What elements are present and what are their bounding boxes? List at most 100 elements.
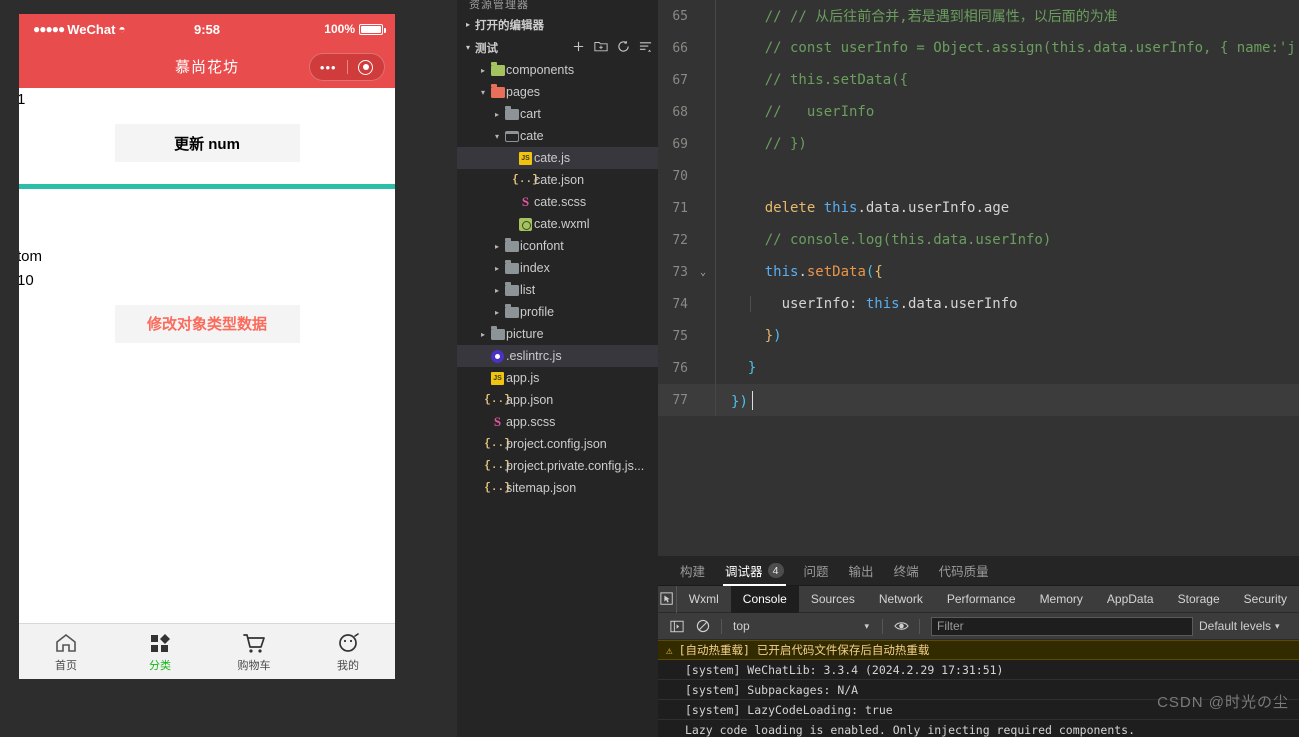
inspector-tab-performance[interactable]: Performance <box>935 586 1028 613</box>
chevron-right-icon[interactable]: ▸ <box>491 286 503 295</box>
tree-item-cate-wxml[interactable]: cate.wxml <box>457 213 658 235</box>
tabbar-label-cart: 购物车 <box>237 660 271 672</box>
inspector-tab-wxml[interactable]: Wxml <box>677 586 731 613</box>
open-editors-label: 打开的编辑器 <box>475 19 544 32</box>
devtools-tab[interactable]: 调试器 4 <box>715 556 794 586</box>
tree-item-label: cate.json <box>534 173 585 187</box>
code-token: // userInfo <box>731 104 875 120</box>
code-text: }) <box>731 328 1299 344</box>
chevron-right-icon[interactable]: ▸ <box>491 110 503 119</box>
tabbar-item-home[interactable]: 首页 <box>19 630 113 673</box>
code-text: userInfo: this.data.userInfo <box>731 296 1299 312</box>
element-picker-icon[interactable] <box>658 585 677 613</box>
tree-item-sitemap-json[interactable]: {..} sitemap.json <box>457 477 658 499</box>
console-levels-select[interactable]: Default levels ▾ <box>1199 619 1288 633</box>
inspector-tab-memory[interactable]: Memory <box>1028 586 1095 613</box>
devtools-tab[interactable]: 构建 <box>670 556 715 586</box>
new-folder-icon[interactable] <box>594 40 608 55</box>
chevron-down-icon[interactable]: ▾ <box>461 43 475 52</box>
tree-item-app-json[interactable]: {..} app.json <box>457 389 658 411</box>
inspector-tab-storage[interactable]: Storage <box>1166 586 1232 613</box>
tree-item-picture[interactable]: ▸ picture <box>457 323 658 345</box>
tree-item-profile[interactable]: ▸ profile <box>457 301 658 323</box>
tree-item-cate-json[interactable]: {..} cate.json <box>457 169 658 191</box>
code-line[interactable]: 77}) <box>658 384 1299 416</box>
tree-item-list[interactable]: ▸ list <box>457 279 658 301</box>
inspector-tab-console[interactable]: Console <box>730 585 799 613</box>
devtools-tab[interactable]: 问题 <box>794 556 839 586</box>
update-num-button[interactable]: 更新 num <box>114 124 300 163</box>
code-line[interactable]: 72 // console.log(this.data.userInfo) <box>658 224 1299 256</box>
tree-item-cate-scss[interactable]: Scate.scss <box>457 191 658 213</box>
new-file-icon[interactable] <box>572 40 585 56</box>
code-lines[interactable]: 65 // // 从后往前合并,若是遇到相同属性，以后面的为准 66 // con… <box>658 0 1299 416</box>
chevron-down-icon[interactable]: ▾ <box>477 88 489 97</box>
code-editor[interactable]: 65 // // 从后往前合并,若是遇到相同属性，以后面的为准 66 // con… <box>658 0 1299 556</box>
code-line[interactable]: 67 // this.setData({ <box>658 64 1299 96</box>
modify-object-button[interactable]: 修改对象类型数据 <box>114 304 300 343</box>
tabbar-item-category[interactable]: 分类 <box>113 630 207 673</box>
code-line[interactable]: 76 } <box>658 352 1299 384</box>
inspector-tab-security[interactable]: Security <box>1232 586 1299 613</box>
warning-icon: ⚠ <box>666 643 673 657</box>
tree-item-app-js[interactable]: JS app.js <box>457 367 658 389</box>
tree-item-project-config-json[interactable]: {..} project.config.json <box>457 433 658 455</box>
tree-item--eslintrc-js[interactable]: .eslintrc.js <box>457 345 658 367</box>
chevron-down-icon[interactable]: ▾ <box>864 621 869 632</box>
tree-item-index[interactable]: ▸ index <box>457 257 658 279</box>
inspector-tab-appdata[interactable]: AppData <box>1095 586 1166 613</box>
code-line[interactable]: 68 // userInfo <box>658 96 1299 128</box>
console-eye-icon[interactable] <box>888 620 914 632</box>
console-sidebar-icon[interactable] <box>664 620 690 633</box>
tree-item-cate-js[interactable]: JS cate.js <box>457 147 658 169</box>
console-context-select[interactable]: top ▾ <box>727 619 877 633</box>
inspector-tab-network[interactable]: Network <box>867 586 935 613</box>
devtools-tab[interactable]: 终端 <box>884 556 929 586</box>
tree-item-app-scss[interactable]: Sapp.scss <box>457 411 658 433</box>
tree-item-iconfont[interactable]: ▸ iconfont <box>457 235 658 257</box>
console-filter-input[interactable]: Filter <box>931 616 1193 636</box>
collapse-all-icon[interactable] <box>639 40 652 56</box>
wechat-capsule-button[interactable]: ••• <box>309 53 385 81</box>
tree-item-project-private-config-js-[interactable]: {..} project.private.config.js... <box>457 455 658 477</box>
tabbar-label-home: 首页 <box>55 660 77 672</box>
chevron-right-icon[interactable]: ▸ <box>491 264 503 273</box>
chevron-down-icon[interactable]: ▾ <box>1275 621 1280 632</box>
code-line[interactable]: 73 ⌄ this.setData({ <box>658 256 1299 288</box>
project-root-section[interactable]: ▾ 测试 <box>457 36 658 59</box>
tabbar-item-profile[interactable]: 我的 <box>301 630 395 673</box>
chevron-right-icon[interactable]: ▸ <box>461 20 475 29</box>
tree-item-cart[interactable]: ▸ cart <box>457 103 658 125</box>
open-editors-section[interactable]: ▸ 打开的编辑器 <box>457 13 658 36</box>
inspector-tab-sources[interactable]: Sources <box>799 586 867 613</box>
chevron-down-icon[interactable]: ▾ <box>491 132 503 141</box>
devtools-tabstrip: 构建 调试器 4 问题 输出 终端 代码质量 <box>658 556 1299 586</box>
code-line[interactable]: 65 // // 从后往前合并,若是遇到相同属性，以后面的为准 <box>658 0 1299 32</box>
chevron-right-icon[interactable]: ▸ <box>477 66 489 75</box>
tree-item-cate[interactable]: ▾ cate <box>457 125 658 147</box>
fold-chevron-icon[interactable]: ⌄ <box>694 267 712 278</box>
chevron-right-icon[interactable]: ▸ <box>491 308 503 317</box>
close-target-icon[interactable] <box>348 59 385 75</box>
devtools-tab[interactable]: 代码质量 <box>929 556 999 586</box>
clear-console-icon[interactable] <box>690 619 716 633</box>
chevron-right-icon[interactable]: ▸ <box>477 330 489 339</box>
tabbar-item-cart[interactable]: 购物车 <box>207 630 301 673</box>
code-line[interactable]: 70 <box>658 160 1299 192</box>
tree-item-components[interactable]: ▸ components <box>457 59 658 81</box>
more-menu-icon[interactable]: ••• <box>310 61 347 74</box>
refresh-icon[interactable] <box>617 40 630 56</box>
code-line[interactable]: 71 delete this.data.userInfo.age <box>658 192 1299 224</box>
devtools-tab[interactable]: 输出 <box>839 556 884 586</box>
code-line[interactable]: 75 }) <box>658 320 1299 352</box>
chevron-right-icon[interactable]: ▸ <box>491 242 503 251</box>
code-token: userInfo: <box>731 296 866 312</box>
code-token: . <box>798 264 807 280</box>
code-line[interactable]: 66 // const userInfo = Object.assign(thi… <box>658 32 1299 64</box>
devtools-tab-label: 输出 <box>848 565 874 579</box>
code-line[interactable]: 74 userInfo: this.data.userInfo <box>658 288 1299 320</box>
code-line[interactable]: 69 // }) <box>658 128 1299 160</box>
tree-item-pages[interactable]: ▾ pages <box>457 81 658 103</box>
